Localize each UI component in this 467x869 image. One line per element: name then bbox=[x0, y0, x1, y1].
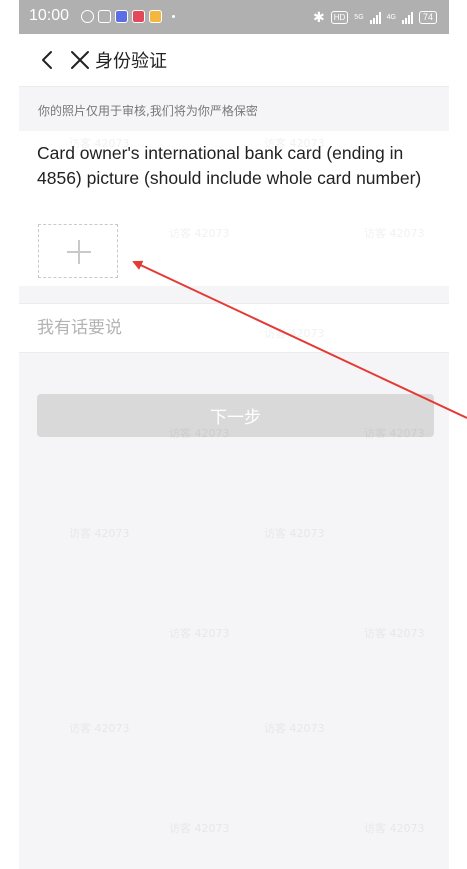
app-notification-icon bbox=[149, 10, 162, 23]
watermark: 访客 42073 bbox=[169, 822, 230, 835]
watermark: 访客 42073 bbox=[264, 722, 325, 735]
more-notifications-dot bbox=[172, 15, 175, 18]
hd-badge: HD bbox=[330, 11, 349, 24]
nfc-icon bbox=[98, 10, 111, 23]
bluetooth-icon: ✱ bbox=[313, 9, 325, 25]
status-right: ✱ HD 5G 4G 74 bbox=[313, 9, 437, 26]
watermark: 访客 42073 bbox=[69, 137, 130, 150]
close-icon[interactable] bbox=[69, 49, 91, 71]
watermark: 访客 42073 bbox=[264, 527, 325, 540]
notification-icons bbox=[81, 10, 175, 23]
battery-icon: 74 bbox=[418, 11, 437, 24]
upload-section: Card owner's international bank card (en… bbox=[19, 131, 449, 286]
photo-upload-button[interactable] bbox=[38, 224, 118, 278]
watermark: 访客 42073 bbox=[69, 722, 130, 735]
signal-icon bbox=[369, 11, 381, 24]
back-arrow-icon[interactable] bbox=[37, 49, 59, 71]
watermark: 访客 42073 bbox=[69, 527, 130, 540]
privacy-notice-text: 你的照片仅用于审核,我们将为你严格保密 bbox=[38, 104, 258, 118]
privacy-notice: 你的照片仅用于审核,我们将为你严格保密 bbox=[19, 86, 449, 132]
plus-icon bbox=[78, 240, 80, 264]
watermark: 访客 42073 bbox=[169, 427, 230, 440]
comment-input[interactable] bbox=[37, 314, 427, 342]
status-time: 10:00 bbox=[29, 7, 70, 24]
watermark: 访客 42073 bbox=[364, 427, 425, 440]
watermark: 访客 42073 bbox=[169, 227, 230, 240]
page-title: 身份验证 bbox=[95, 51, 167, 72]
comment-section bbox=[19, 303, 449, 353]
app-screen: 10:00 ✱ HD 5G 4G 74 身份验证 你的照片仅用于审核,我们将为你… bbox=[19, 0, 449, 869]
status-bar: 10:00 ✱ HD 5G 4G 74 bbox=[19, 0, 449, 34]
watermark: 访客 42073 bbox=[264, 137, 325, 150]
network-4g-label: 4G bbox=[386, 14, 396, 21]
watermark: 访客 42073 bbox=[364, 227, 425, 240]
alarm-icon bbox=[81, 10, 94, 23]
watermark: 访客 42073 bbox=[364, 822, 425, 835]
signal-icon bbox=[401, 11, 413, 24]
watermark: 访客 42073 bbox=[264, 327, 325, 340]
watermark: 访客 42073 bbox=[364, 627, 425, 640]
app-notification-icon bbox=[132, 10, 145, 23]
nav-bar: 身份验证 bbox=[19, 34, 449, 86]
app-notification-icon bbox=[115, 10, 128, 23]
watermark: 访客 42073 bbox=[169, 627, 230, 640]
network-5g-label: 5G bbox=[354, 14, 364, 21]
